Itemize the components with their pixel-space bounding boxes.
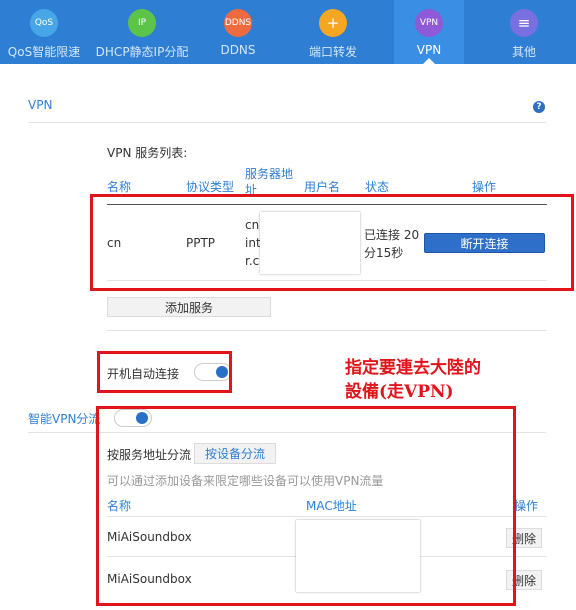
highlight-box-devices — [96, 406, 516, 606]
annotation-line-1: 指定要連去大陸的 — [345, 358, 481, 378]
nav-label-other: 其他 — [511, 45, 536, 59]
device-col-action: 操作 — [514, 499, 539, 513]
nav-item-vpn[interactable]: VPN VPN — [394, 0, 464, 65]
col-header-action: 操作 — [472, 180, 497, 194]
smart-vpn-title: 智能VPN分流 — [28, 412, 101, 426]
ddns-icon: DDNS — [224, 9, 252, 37]
menu-icon: ≡ — [510, 9, 538, 37]
port-forward-icon: + — [319, 9, 347, 37]
annotation-line-2: 設備(走VPN) — [345, 382, 454, 402]
nav-label-port-forward: 端口转发 — [308, 45, 357, 59]
nav-label-qos: QoS智能限速 — [7, 45, 81, 59]
qos-icon: QoS — [30, 9, 58, 37]
nav-item-dhcp[interactable]: IP DHCP静态IP分配 — [94, 0, 190, 64]
nav-label-dhcp: DHCP静态IP分配 — [95, 45, 189, 59]
vpn-icon: VPN — [415, 9, 443, 37]
col-header-protocol: 协议类型 — [186, 180, 235, 194]
ip-icon: IP — [128, 9, 156, 37]
highlight-box-vpn-row — [90, 194, 574, 291]
help-icon[interactable]: ? — [533, 101, 545, 113]
col-header-user: 用户名 — [304, 180, 341, 194]
section-divider — [28, 122, 546, 123]
nav-label-vpn: VPN — [416, 43, 442, 57]
active-indicator — [422, 58, 436, 65]
col-header-name: 名称 — [107, 180, 132, 194]
nav-item-qos[interactable]: QoS QoS智能限速 — [0, 0, 88, 64]
vpn-list-title: VPN 服务列表: — [107, 146, 188, 160]
add-service-button[interactable]: 添加服务 — [107, 297, 271, 317]
highlight-box-autoconnect — [97, 351, 232, 393]
nav-item-port-forward[interactable]: + 端口转发 — [300, 0, 366, 64]
top-navigation: QoS QoS智能限速 IP DHCP静态IP分配 DDNS DDNS + 端口… — [0, 0, 576, 65]
col-header-status: 状态 — [365, 180, 390, 194]
nav-item-ddns[interactable]: DDNS DDNS — [208, 0, 268, 64]
add-divider — [107, 330, 547, 331]
nav-item-other[interactable]: ≡ 其他 — [494, 0, 554, 64]
vpn-section-title: VPN — [28, 98, 53, 112]
nav-label-ddns: DDNS — [220, 43, 256, 57]
